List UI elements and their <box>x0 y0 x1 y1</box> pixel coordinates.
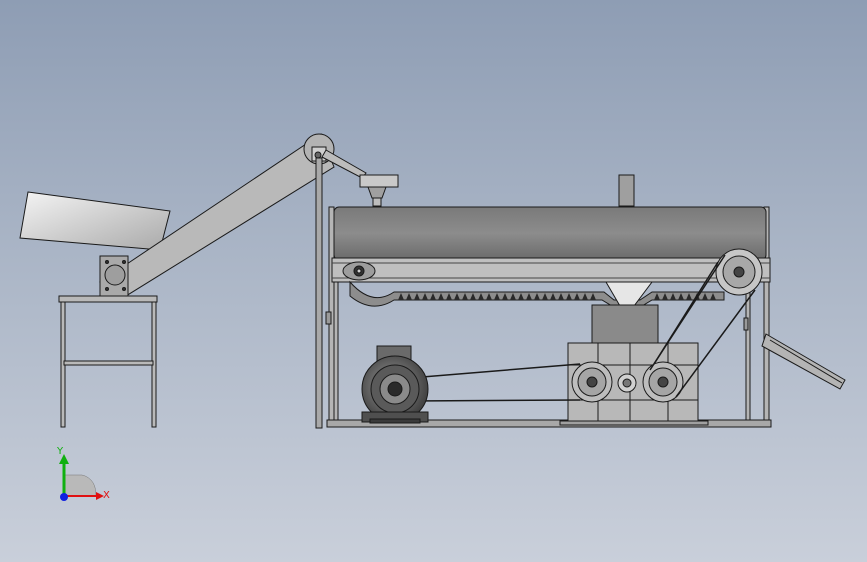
feed-hopper <box>19 191 171 251</box>
support-stand <box>58 295 158 428</box>
exhaust-stack <box>618 174 635 207</box>
pulley-left <box>571 361 613 403</box>
inclined-conveyor <box>19 133 367 429</box>
gearbox-column <box>591 304 659 348</box>
pulley-top <box>715 248 763 296</box>
machine-model[interactable]: Y X <box>0 0 867 562</box>
idler-roller <box>342 261 376 281</box>
cad-viewport[interactable]: Y X <box>0 0 867 562</box>
vertical-post <box>315 157 323 429</box>
coordinate-triad: Y X <box>56 446 110 501</box>
z-axis-dot <box>60 493 68 501</box>
electric-motor <box>361 345 429 424</box>
outlet-chute <box>761 333 846 390</box>
y-axis-label: Y <box>56 446 64 457</box>
x-axis-label: X <box>103 490 110 501</box>
top-hood <box>331 174 771 283</box>
discharge-funnel <box>359 174 399 207</box>
grate-chain <box>349 280 725 307</box>
